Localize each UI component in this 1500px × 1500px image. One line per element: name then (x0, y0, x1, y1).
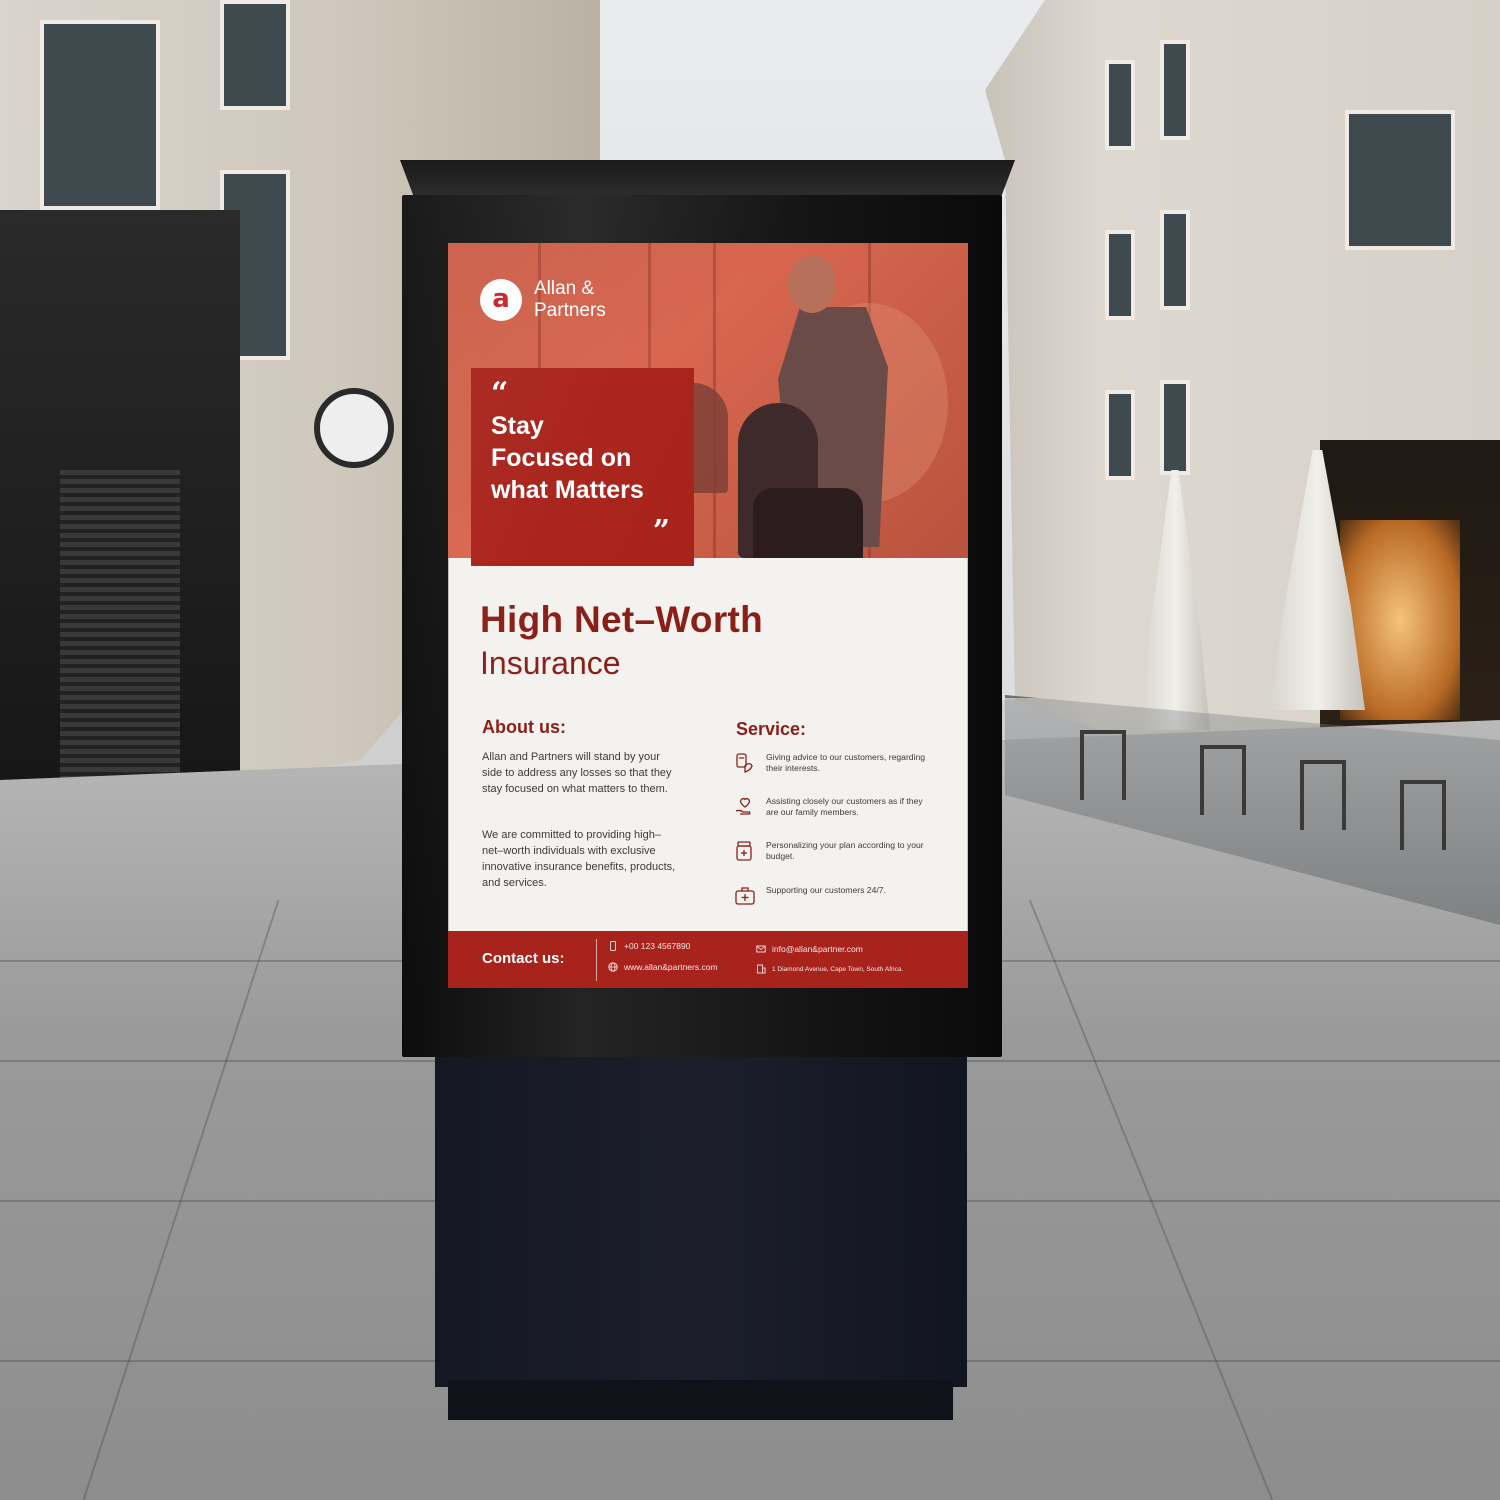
advice-icon (736, 753, 753, 773)
service-text: Supporting our customers 24/7. (766, 885, 886, 895)
contact-title: Contact us: (482, 950, 565, 967)
cafe-chair (1300, 760, 1346, 830)
cafe-chair (1200, 745, 1246, 815)
phone-number: +00 123 4567890 (624, 941, 691, 951)
street-clock (314, 388, 394, 468)
service-item: Giving advice to our customers, regardin… (734, 752, 934, 774)
building-window (220, 0, 290, 110)
cafe-chair (1400, 780, 1446, 850)
quote-line: Stay (491, 412, 544, 440)
service-item: Personalizing your plan according to you… (734, 840, 934, 862)
building-window (40, 20, 160, 210)
heart-hand-icon (735, 797, 751, 815)
phone-icon (610, 941, 616, 951)
service-text: Giving advice to our customers, regardin… (766, 752, 926, 773)
contact-phone[interactable]: +00 123 4567890 (608, 941, 690, 951)
street-address: 1 Diamond Avenue, Cape Town, South Afric… (772, 965, 904, 973)
quote-box: “ Stay Focused on what Matters ” (471, 368, 694, 566)
contact-email[interactable]: info@allan&partner.com (756, 944, 863, 954)
kiosk-foot (448, 1380, 953, 1420)
kiosk-base (435, 1057, 967, 1387)
about-paragraph: Allan and Partners will stand by your si… (482, 751, 672, 795)
service-title: Service: (736, 719, 807, 739)
contact-bar: Contact us: +00 123 4567890 www.allan&pa… (448, 931, 968, 988)
brand-logo: a Allan & Partners (480, 278, 606, 322)
contact-website[interactable]: www.allan&partners.com (608, 962, 718, 972)
plan-jar-icon (736, 841, 752, 861)
mail-icon (756, 945, 766, 953)
headline: High Net–Worth (480, 599, 764, 640)
building-window (1345, 110, 1455, 250)
about-title: About us: (482, 717, 566, 737)
subheadline: Insurance (480, 645, 621, 681)
about-paragraph: We are committed to providing high–net–w… (482, 829, 676, 889)
building-window (1105, 60, 1135, 150)
service-item: Assisting closely our customers as if th… (734, 796, 934, 818)
globe-icon (608, 962, 618, 972)
brand-line-2: Partners (534, 300, 606, 321)
service-item: Supporting our customers 24/7. (734, 885, 934, 907)
close-quote: ” (652, 514, 670, 549)
quote-line: Focused on (491, 444, 632, 472)
contact-address: 1 Diamond Avenue, Cape Town, South Afric… (756, 964, 903, 974)
poster: a Allan & Partners “ Stay Focused on wha… (448, 243, 968, 988)
building-window (1105, 230, 1135, 320)
brand-mark-letter: a (492, 283, 510, 314)
email-address: info@allan&partner.com (772, 944, 863, 954)
building-icon (757, 964, 766, 974)
building-window (1160, 380, 1190, 475)
quote-line: what Matters (491, 476, 644, 504)
rolling-shutter (60, 470, 180, 800)
open-quote: “ (491, 376, 509, 411)
first-aid-kit-icon (735, 887, 755, 905)
brand-line-1: Allan & (534, 278, 595, 299)
office-chair (753, 488, 863, 558)
building-window (1105, 390, 1135, 480)
website-url: www.allan&partners.com (624, 962, 718, 972)
building-window (1160, 210, 1190, 310)
building-window (1160, 40, 1190, 140)
quote-text: Stay Focused on what Matters (491, 410, 674, 506)
man-head (788, 255, 836, 313)
brand-mark-icon: a (480, 279, 522, 321)
brand-name: Allan & Partners (534, 278, 606, 322)
service-text: Assisting closely our customers as if th… (766, 796, 923, 817)
contact-divider (596, 939, 597, 981)
cafe-chair (1080, 730, 1126, 800)
service-text: Personalizing your plan according to you… (766, 840, 924, 861)
kiosk-roof (400, 160, 1015, 200)
